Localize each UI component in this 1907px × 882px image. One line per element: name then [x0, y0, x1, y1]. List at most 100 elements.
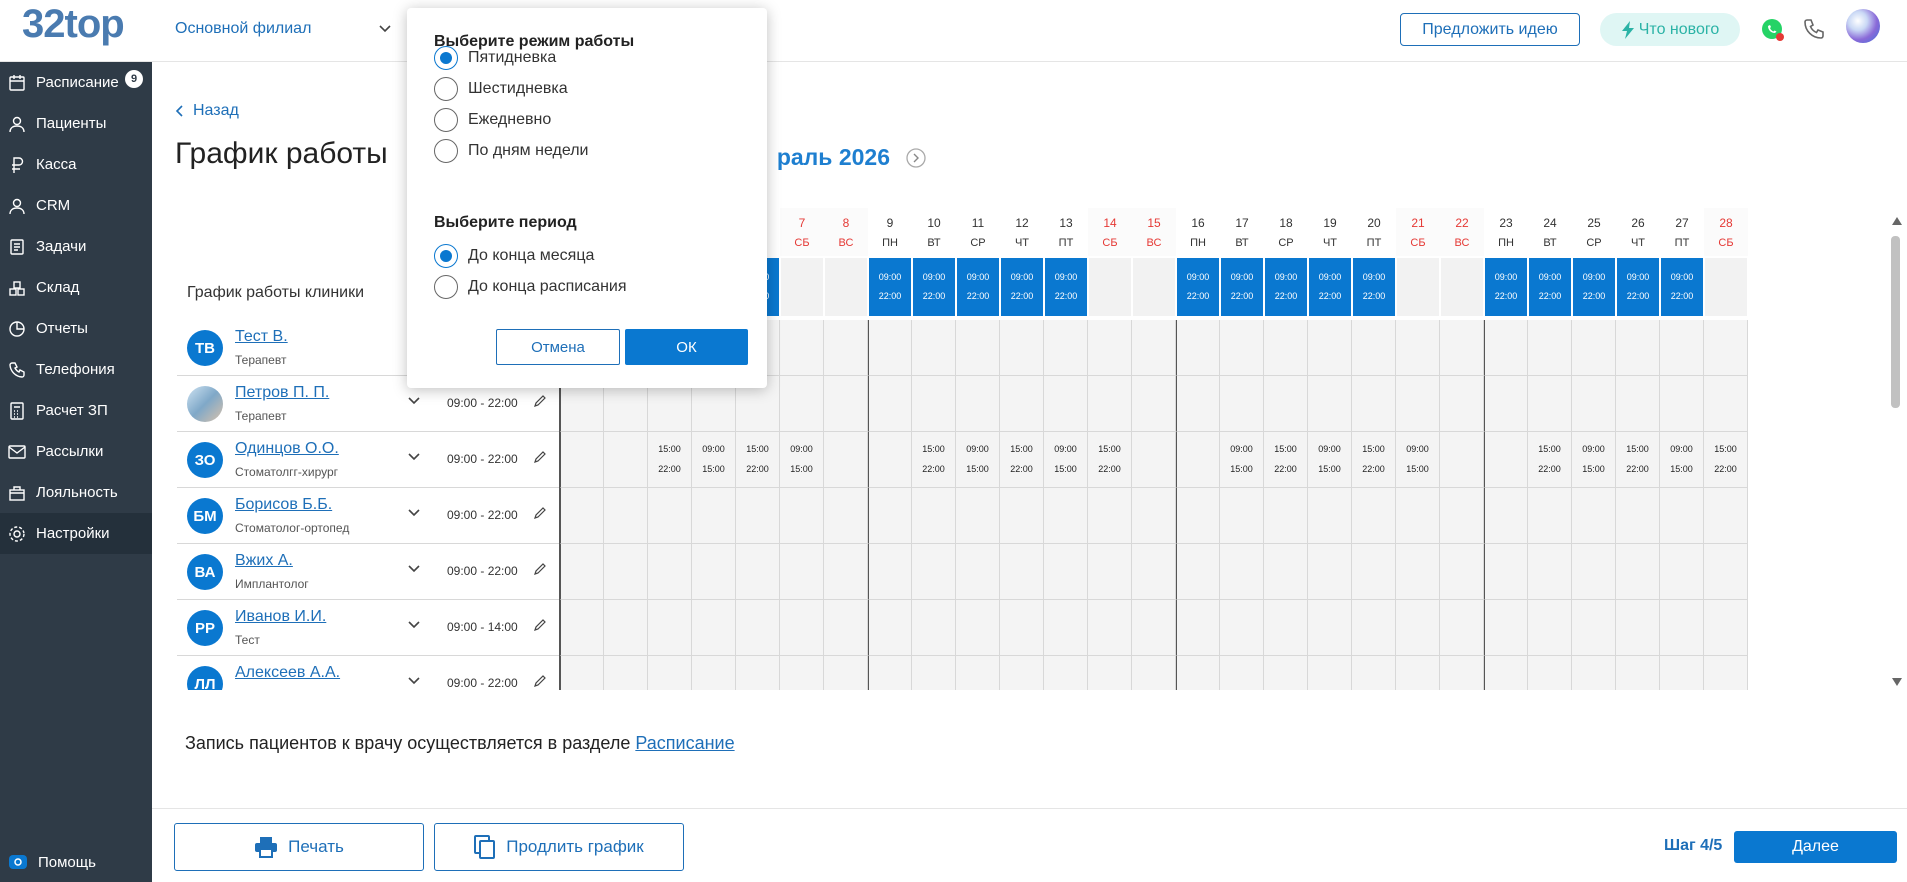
schedule-cell[interactable] [824, 376, 868, 432]
schedule-cell[interactable] [1660, 376, 1704, 432]
schedule-cell[interactable] [736, 488, 780, 544]
employee-name[interactable]: Иванов И.И. [235, 608, 326, 626]
clinic-hours-cell[interactable]: 09:00 22:00 [1529, 258, 1571, 316]
next-month-icon[interactable] [906, 148, 926, 168]
schedule-cell[interactable] [1704, 656, 1748, 690]
schedule-cell[interactable] [1484, 376, 1528, 432]
schedule-cell[interactable] [1660, 600, 1704, 656]
chevron-down-icon[interactable] [407, 450, 421, 464]
schedule-cell[interactable] [1396, 320, 1440, 376]
schedule-cell[interactable] [1308, 600, 1352, 656]
ok-button[interactable]: ОК [625, 329, 748, 365]
schedule-cell[interactable] [1616, 544, 1660, 600]
schedule-cell[interactable] [1440, 544, 1484, 600]
schedule-cell[interactable] [1528, 488, 1572, 544]
schedule-cell[interactable] [1176, 600, 1220, 656]
schedule-cell[interactable] [868, 544, 912, 600]
clinic-hours-cell[interactable] [1397, 258, 1439, 316]
schedule-cell[interactable] [1308, 320, 1352, 376]
pencil-icon[interactable] [533, 618, 547, 632]
schedule-cell[interactable] [1396, 488, 1440, 544]
sidebar-item-8[interactable]: Расчет ЗП [0, 390, 152, 431]
schedule-cell[interactable] [1484, 432, 1528, 488]
schedule-cell[interactable] [1352, 656, 1396, 690]
back-link[interactable]: Назад [175, 102, 239, 120]
schedule-cell[interactable] [1352, 320, 1396, 376]
next-button[interactable]: Далее [1734, 831, 1897, 863]
schedule-cell[interactable]: 15:00 22:00 [736, 432, 780, 488]
radio-button[interactable] [434, 139, 458, 163]
radio-button[interactable] [434, 275, 458, 299]
schedule-cell[interactable]: 15:00 22:00 [1616, 432, 1660, 488]
schedule-cell[interactable] [648, 488, 692, 544]
schedule-cell[interactable] [956, 376, 1000, 432]
schedule-cell[interactable] [1088, 544, 1132, 600]
clinic-hours-cell[interactable]: 09:00 22:00 [913, 258, 955, 316]
sidebar-item-10[interactable]: Лояльность [0, 472, 152, 513]
schedule-cell[interactable] [956, 320, 1000, 376]
schedule-cell[interactable] [1176, 376, 1220, 432]
schedule-cell[interactable] [1704, 488, 1748, 544]
schedule-cell[interactable] [1352, 488, 1396, 544]
pencil-icon[interactable] [533, 562, 547, 576]
clinic-hours-cell[interactable]: 09:00 22:00 [1001, 258, 1043, 316]
logo[interactable]: 32top [22, 2, 125, 47]
schedule-cell[interactable] [780, 376, 824, 432]
clinic-hours-cell[interactable] [1441, 258, 1483, 316]
schedule-cell[interactable] [1000, 488, 1044, 544]
clinic-hours-cell[interactable] [1133, 258, 1175, 316]
schedule-cell[interactable] [1044, 656, 1088, 690]
schedule-cell[interactable] [1264, 376, 1308, 432]
schedule-cell[interactable]: 09:00 15:00 [1396, 432, 1440, 488]
schedule-cell[interactable] [1528, 376, 1572, 432]
schedule-cell[interactable] [1484, 488, 1528, 544]
schedule-cell[interactable] [604, 656, 648, 690]
schedule-cell[interactable] [1352, 600, 1396, 656]
suggest-idea-button[interactable]: Предложить идею [1400, 13, 1580, 46]
schedule-cell[interactable] [1176, 656, 1220, 690]
period-option[interactable]: До конца расписания [434, 275, 627, 299]
schedule-cell[interactable] [1616, 656, 1660, 690]
schedule-cell[interactable] [648, 600, 692, 656]
schedule-cell[interactable] [1308, 656, 1352, 690]
schedule-cell[interactable] [1396, 600, 1440, 656]
schedule-cell[interactable] [780, 600, 824, 656]
schedule-cell[interactable]: 15:00 22:00 [1528, 432, 1572, 488]
mode-option[interactable]: Ежедневно [434, 108, 551, 132]
schedule-cell[interactable] [560, 432, 604, 488]
schedule-cell[interactable] [1572, 656, 1616, 690]
schedule-cell[interactable] [1440, 488, 1484, 544]
scroll-down-arrow[interactable] [1891, 677, 1903, 687]
schedule-cell[interactable] [1132, 376, 1176, 432]
sidebar-item-2[interactable]: Касса [0, 144, 152, 185]
schedule-cell[interactable] [1220, 544, 1264, 600]
schedule-cell[interactable] [1616, 376, 1660, 432]
schedule-cell[interactable]: 09:00 15:00 [692, 432, 736, 488]
chevron-down-icon[interactable] [407, 674, 421, 688]
schedule-cell[interactable] [1660, 656, 1704, 690]
schedule-cell[interactable] [1484, 656, 1528, 690]
schedule-cell[interactable] [1220, 320, 1264, 376]
schedule-cell[interactable] [648, 544, 692, 600]
schedule-cell[interactable] [1132, 656, 1176, 690]
schedule-cell[interactable] [1132, 544, 1176, 600]
schedule-cell[interactable] [1176, 320, 1220, 376]
schedule-cell[interactable]: 15:00 22:00 [1264, 432, 1308, 488]
schedule-cell[interactable] [1616, 488, 1660, 544]
clinic-hours-cell[interactable] [1705, 258, 1747, 316]
schedule-cell[interactable] [780, 488, 824, 544]
employee-name[interactable]: Петров П. П. [235, 384, 329, 402]
schedule-cell[interactable] [1088, 600, 1132, 656]
schedule-cell[interactable] [560, 488, 604, 544]
schedule-cell[interactable] [1660, 488, 1704, 544]
schedule-cell[interactable] [560, 544, 604, 600]
schedule-cell[interactable]: 09:00 15:00 [780, 432, 824, 488]
schedule-cell[interactable] [912, 320, 956, 376]
schedule-cell[interactable] [1572, 600, 1616, 656]
schedule-cell[interactable] [956, 600, 1000, 656]
schedule-cell[interactable] [1000, 656, 1044, 690]
clinic-hours-cell[interactable]: 09:00 22:00 [957, 258, 999, 316]
schedule-cell[interactable] [1704, 320, 1748, 376]
schedule-cell[interactable] [1044, 488, 1088, 544]
schedule-cell[interactable] [1044, 320, 1088, 376]
